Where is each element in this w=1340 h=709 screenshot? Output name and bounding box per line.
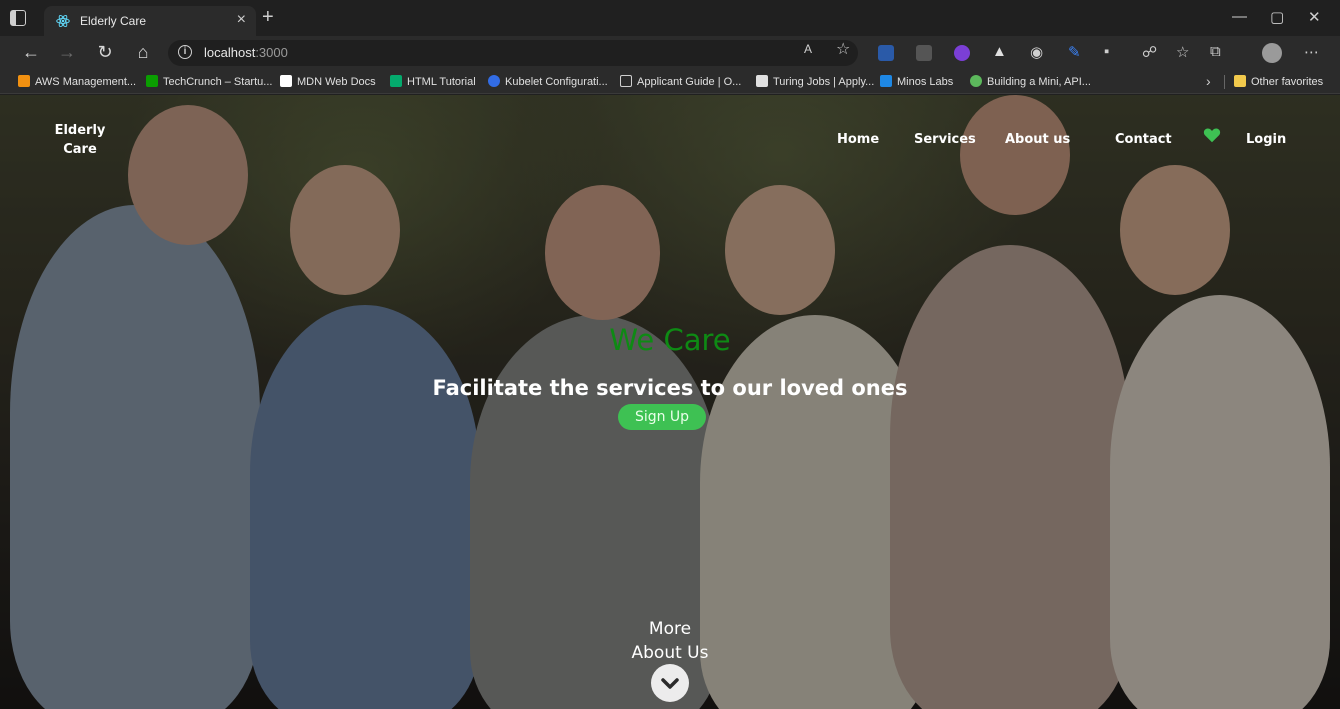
tab-title: Elderly Care (80, 14, 147, 28)
bookmark-item[interactable]: Kubelet Configurati... (488, 75, 608, 88)
react-icon (56, 14, 70, 28)
add-favorite-icon[interactable]: ☆ (836, 39, 850, 59)
bookmark-item[interactable]: Turing Jobs | Apply... (756, 75, 874, 88)
sign-up-button[interactable]: Sign Up (618, 404, 706, 430)
chevron-down-icon (661, 678, 679, 689)
bookmark-item[interactable]: AWS Management... (18, 75, 136, 88)
leaf-icon (970, 75, 982, 87)
favorites-icon[interactable]: ☆ (1176, 43, 1189, 61)
chrome-extension-icon[interactable]: ◉ (1030, 43, 1043, 61)
page-viewport: Elderly Care Home Services About us Cont… (0, 95, 1340, 709)
forward-icon[interactable]: → (56, 42, 78, 63)
techcrunch-icon (146, 75, 158, 87)
nav-about-us[interactable]: About us (1005, 132, 1070, 147)
hero-title: We Care (609, 323, 731, 357)
hero-subtitle: Facilitate the services to our loved one… (432, 376, 908, 400)
bookmark-item[interactable]: Minos Labs (880, 75, 953, 88)
scroll-down-button[interactable] (651, 664, 689, 702)
collections-icon[interactable]: ⧉ (1210, 43, 1221, 60)
url-text: localhost:3000 (204, 45, 288, 60)
mdn-icon (280, 75, 292, 87)
new-tab-icon[interactable]: + (262, 6, 274, 29)
folder-icon (1234, 75, 1246, 87)
bookmark-item[interactable]: Applicant Guide | O... (620, 75, 741, 88)
extensions-icon[interactable]: ☍ (1142, 43, 1157, 61)
back-icon[interactable]: ← (20, 42, 42, 63)
kubernetes-icon (488, 75, 500, 87)
restore-icon[interactable]: ▢ (1270, 8, 1284, 26)
nav-contact[interactable]: Contact (1115, 132, 1172, 147)
tab-actions-icon[interactable] (10, 10, 26, 26)
close-window-icon[interactable]: ✕ (1308, 8, 1321, 26)
bookmark-item[interactable]: HTML Tutorial (390, 75, 476, 88)
bottle-extension-icon[interactable]: ▪ (1104, 43, 1109, 60)
extension-icon[interactable] (954, 45, 970, 61)
read-aloud-icon[interactable]: A (804, 42, 812, 56)
mountain-extension-icon[interactable]: ▲ (992, 43, 1007, 60)
nav-home[interactable]: Home (837, 132, 879, 147)
nav-services[interactable]: Services (914, 132, 976, 147)
profile-avatar[interactable] (1262, 43, 1282, 63)
nav-login[interactable]: Login (1246, 132, 1286, 147)
more-bookmarks-chevron-icon[interactable]: › (1206, 73, 1211, 89)
minos-icon (880, 75, 892, 87)
site-info-icon[interactable]: i (178, 45, 192, 59)
page-icon (620, 75, 632, 87)
feather-extension-icon[interactable]: ✎ (1068, 43, 1081, 61)
browser-tab-bar: Elderly Care × + — ▢ ✕ (0, 0, 1340, 36)
bookmark-item[interactable]: Building a Mini, API... (970, 75, 1091, 88)
refresh-icon[interactable]: ↻ (94, 42, 116, 63)
home-icon[interactable]: ⌂ (132, 42, 154, 63)
other-favorites[interactable]: Other favorites (1234, 75, 1323, 88)
bookmark-separator (1224, 75, 1225, 89)
w3schools-icon (390, 75, 402, 87)
more-menu-icon[interactable]: ⋯ (1304, 43, 1319, 61)
turing-icon (756, 75, 768, 87)
heart-icon[interactable] (1203, 127, 1221, 143)
bookmark-item[interactable]: TechCrunch – Startu... (146, 75, 272, 88)
address-toolbar: ← → ↻ ⌂ i localhost:3000 A ☆ ▲ ◉ ✎ ▪ ☍ ☆… (0, 36, 1340, 70)
close-tab-icon[interactable]: × (237, 11, 246, 29)
minimize-icon[interactable]: — (1232, 8, 1247, 25)
site-logo[interactable]: Elderly Care (50, 121, 110, 159)
url-field[interactable]: i localhost:3000 (168, 40, 858, 66)
extension-icon[interactable] (916, 45, 932, 61)
more-about-us-label: More About Us (631, 619, 709, 663)
bookmarks-bar: AWS Management... TechCrunch – Startu...… (0, 70, 1340, 94)
bookmark-item[interactable]: MDN Web Docs (280, 75, 376, 88)
extension-icon[interactable] (878, 45, 894, 61)
aws-icon (18, 75, 30, 87)
browser-tab[interactable]: Elderly Care × (44, 6, 256, 36)
